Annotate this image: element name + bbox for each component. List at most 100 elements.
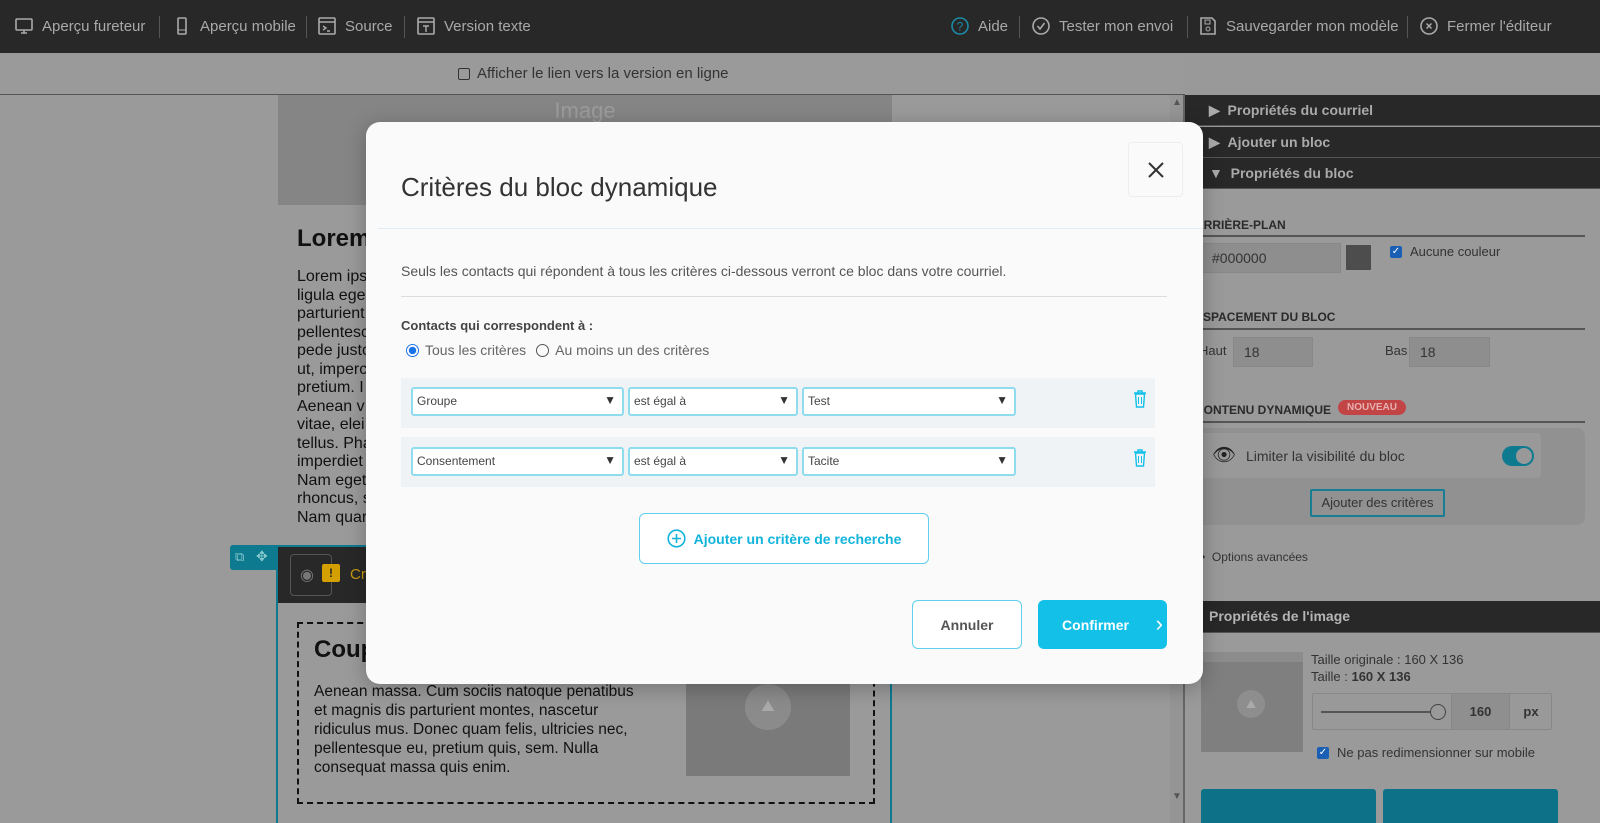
accordion-block-properties[interactable]: ▼ Propriétés du bloc (1185, 158, 1600, 189)
svg-text:?: ? (957, 20, 964, 34)
confirm-button[interactable]: Confirmer › (1038, 600, 1167, 649)
trash-icon[interactable] (1133, 390, 1147, 408)
accordion-email-properties[interactable]: ▶ Propriétés du courriel (1185, 95, 1600, 126)
width-slider[interactable] (1321, 711, 1446, 713)
add-criteria-button[interactable]: Ajouter des critères (1310, 489, 1445, 517)
close-icon (1148, 162, 1164, 178)
test-send-button[interactable]: Tester mon envoi (1031, 16, 1173, 36)
no-color-label: Aucune couleur (1410, 244, 1501, 259)
top-spacing-input[interactable]: 18 (1233, 337, 1313, 367)
dynamic-criteria-modal: Critères du bloc dynamique Seuls les con… (366, 122, 1203, 684)
accordion-add-block[interactable]: ▶ Ajouter un bloc (1185, 127, 1600, 158)
scroll-up-icon[interactable]: ▲ (1172, 97, 1182, 108)
limit-visibility-row: 👁 Limiter la visibilité du bloc (1200, 433, 1541, 478)
coupon-image[interactable]: ⛰ (686, 680, 850, 776)
mobile-preview-button[interactable]: Aperçu mobile (172, 16, 296, 36)
help-button[interactable]: ? Aide (950, 16, 1008, 36)
caret-down-icon: ▼ (778, 393, 790, 407)
no-color-checkbox[interactable]: ✓ (1390, 245, 1402, 258)
move-icon[interactable]: ✥ (256, 548, 268, 565)
original-size-label: Taille originale : 160 X 136 (1311, 652, 1464, 667)
operator-select[interactable]: est égal à ▼ (628, 387, 798, 416)
help-icon: ? (951, 17, 969, 35)
value-select[interactable]: Test ▼ (802, 387, 1016, 416)
modal-description: Seuls les contacts qui répondent à tous … (401, 263, 1007, 279)
caret-down-icon: ▼ (604, 393, 616, 407)
select-value: Tacite (808, 454, 840, 468)
close-button[interactable] (1128, 142, 1183, 197)
online-link-label: Afficher le lien vers la version en lign… (477, 65, 729, 82)
email-body-text: Lorem ips ligula ege parturient pellentesc p… (297, 268, 372, 527)
modal-title: Critères du bloc dynamique (401, 172, 718, 202)
browser-preview-button[interactable]: Aperçu fureteur (14, 16, 145, 36)
online-link-option[interactable]: Afficher le lien vers la version en lign… (458, 65, 729, 82)
limit-visibility-label: Limiter la visibilité du bloc (1246, 448, 1405, 464)
accordion-label: Propriétés du bloc (1230, 165, 1354, 181)
value-select[interactable]: Tacite ▼ (802, 447, 1016, 476)
warning-icon: ! (322, 564, 340, 582)
text-version-button[interactable]: Version texte (416, 16, 531, 36)
limit-visibility-toggle[interactable] (1502, 446, 1534, 466)
text-line: Nam quar (297, 508, 368, 526)
advanced-options-label: Options avancées (1211, 550, 1308, 564)
caret-down-icon: ▼ (604, 453, 616, 467)
toolbar-label: Aide (978, 17, 1009, 35)
source-button[interactable]: Source (317, 16, 393, 36)
block-tools: ⧉ ✥ (230, 545, 278, 570)
toolbar-label: Source (345, 17, 393, 35)
select-value: Consentement (417, 454, 496, 468)
radio-any-criteria[interactable] (536, 343, 550, 357)
close-editor-button[interactable]: Fermer l'éditeur (1419, 16, 1552, 36)
save-template-button[interactable]: Sauvegarder mon modèle (1198, 16, 1399, 36)
bottom-spacing-label: Bas (1385, 343, 1408, 358)
text-line: consequat massa quis enim. (314, 759, 511, 776)
field-select[interactable]: Consentement ▼ (411, 447, 624, 476)
bottom-spacing-input[interactable]: 18 (1409, 337, 1490, 367)
text-line: ridiculus mus. Donec quam felis, ultrici… (314, 721, 628, 738)
copy-icon[interactable]: ⧉ (235, 549, 244, 565)
save-icon (1200, 17, 1216, 35)
text-line: Aenean massa. Cum sociis natoque penatib… (314, 683, 634, 700)
accordion-label: Propriétés du courriel (1227, 102, 1374, 118)
add-criterion-button[interactable]: Ajouter un critère de recherche (639, 513, 929, 564)
text-line: Nam eget (297, 471, 367, 489)
no-color-option[interactable]: ✓ Aucune couleur (1390, 244, 1500, 259)
size-value: 160 X 136 (1351, 669, 1411, 684)
radio-label: Au moins un des critères (555, 342, 710, 358)
spacing-section-title: ESPACEMENT DU BLOC (1195, 310, 1336, 324)
email-heading: Lorem (297, 225, 371, 252)
top-spacing-label: Haut (1199, 343, 1227, 358)
operator-select[interactable]: est égal à ▼ (628, 447, 798, 476)
toolbar-label: Aperçu mobile (200, 17, 296, 35)
width-control: 160 px (1312, 693, 1552, 730)
width-unit: px (1509, 694, 1552, 729)
width-slider-thumb[interactable] (1430, 704, 1446, 720)
accordion-label: Propriétés de l'image (1209, 608, 1351, 624)
plus-circle-icon (667, 529, 686, 548)
advanced-options-toggle[interactable]: • Options avancées (1201, 550, 1308, 564)
image-placeholder-label: Image (554, 98, 616, 123)
cancel-button[interactable]: Annuler (912, 600, 1022, 649)
select-value: Groupe (417, 394, 458, 408)
trash-icon[interactable] (1133, 449, 1147, 467)
background-section-title: ARRIÈRE-PLAN (1195, 218, 1286, 232)
no-resize-mobile-checkbox[interactable]: ✓ (1317, 746, 1329, 759)
no-resize-mobile-option[interactable]: ✓ Ne pas redimensionner sur mobile (1317, 745, 1535, 760)
text-line: vitae, elei (297, 416, 365, 433)
image-icon: ⛰ (745, 684, 791, 730)
monitor-icon (15, 18, 33, 34)
color-swatch[interactable] (1346, 245, 1371, 270)
width-input[interactable]: 160 (1451, 694, 1509, 729)
scroll-down-icon[interactable]: ▼ (1172, 791, 1182, 802)
online-link-checkbox[interactable] (458, 67, 470, 80)
criterion-row: Groupe ▼ est égal à ▼ Test ▼ (401, 378, 1155, 428)
image-properties-header[interactable]: Propriétés de l'image (1185, 601, 1600, 633)
text-version-icon (417, 17, 435, 35)
background-color-input[interactable]: #000000 (1201, 243, 1341, 273)
select-value: est égal à (634, 394, 687, 408)
image-action-button[interactable] (1383, 789, 1558, 823)
image-thumbnail: ⛰ (1201, 652, 1303, 752)
radio-all-criteria[interactable] (406, 343, 419, 357)
field-select[interactable]: Groupe ▼ (411, 387, 624, 416)
choose-image-button[interactable] (1201, 789, 1376, 823)
